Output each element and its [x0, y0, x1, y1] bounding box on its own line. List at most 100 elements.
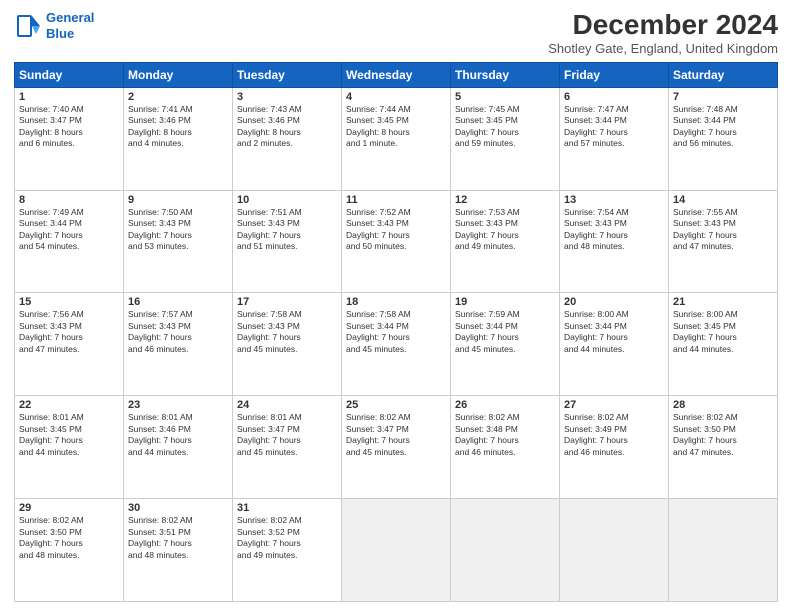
day-number: 27 — [564, 399, 664, 411]
calendar-cell: 5Sunrise: 7:45 AM Sunset: 3:45 PM Daylig… — [451, 87, 560, 190]
calendar-cell: 25Sunrise: 8:02 AM Sunset: 3:47 PM Dayli… — [342, 396, 451, 499]
day-header-tuesday: Tuesday — [233, 62, 342, 87]
day-info: Sunrise: 7:54 AM Sunset: 3:43 PM Dayligh… — [564, 207, 664, 253]
calendar-cell: 28Sunrise: 8:02 AM Sunset: 3:50 PM Dayli… — [669, 396, 778, 499]
day-info: Sunrise: 7:55 AM Sunset: 3:43 PM Dayligh… — [673, 207, 773, 253]
day-info: Sunrise: 7:43 AM Sunset: 3:46 PM Dayligh… — [237, 104, 337, 150]
day-info: Sunrise: 7:58 AM Sunset: 3:43 PM Dayligh… — [237, 309, 337, 355]
day-info: Sunrise: 8:01 AM Sunset: 3:45 PM Dayligh… — [19, 412, 119, 458]
calendar-cell: 23Sunrise: 8:01 AM Sunset: 3:46 PM Dayli… — [124, 396, 233, 499]
day-number: 19 — [455, 296, 555, 308]
day-number: 9 — [128, 194, 228, 206]
calendar-table: SundayMondayTuesdayWednesdayThursdayFrid… — [14, 62, 778, 602]
calendar-cell: 29Sunrise: 8:02 AM Sunset: 3:50 PM Dayli… — [15, 499, 124, 602]
day-number: 3 — [237, 91, 337, 103]
logo-icon — [14, 12, 42, 40]
day-header-monday: Monday — [124, 62, 233, 87]
day-number: 10 — [237, 194, 337, 206]
day-info: Sunrise: 7:44 AM Sunset: 3:45 PM Dayligh… — [346, 104, 446, 150]
calendar-cell: 6Sunrise: 7:47 AM Sunset: 3:44 PM Daylig… — [560, 87, 669, 190]
calendar-cell: 24Sunrise: 8:01 AM Sunset: 3:47 PM Dayli… — [233, 396, 342, 499]
logo-line1: General — [46, 10, 94, 25]
day-number: 5 — [455, 91, 555, 103]
calendar-cell — [560, 499, 669, 602]
calendar-cell: 26Sunrise: 8:02 AM Sunset: 3:48 PM Dayli… — [451, 396, 560, 499]
calendar-cell: 11Sunrise: 7:52 AM Sunset: 3:43 PM Dayli… — [342, 190, 451, 293]
day-info: Sunrise: 8:02 AM Sunset: 3:52 PM Dayligh… — [237, 515, 337, 561]
calendar-cell — [342, 499, 451, 602]
day-number: 30 — [128, 502, 228, 514]
calendar-cell: 14Sunrise: 7:55 AM Sunset: 3:43 PM Dayli… — [669, 190, 778, 293]
calendar-cell: 15Sunrise: 7:56 AM Sunset: 3:43 PM Dayli… — [15, 293, 124, 396]
day-info: Sunrise: 7:49 AM Sunset: 3:44 PM Dayligh… — [19, 207, 119, 253]
day-header-friday: Friday — [560, 62, 669, 87]
page: General Blue December 2024 Shotley Gate,… — [0, 0, 792, 612]
title-block: December 2024 Shotley Gate, England, Uni… — [548, 10, 778, 56]
day-info: Sunrise: 8:00 AM Sunset: 3:45 PM Dayligh… — [673, 309, 773, 355]
day-info: Sunrise: 8:01 AM Sunset: 3:47 PM Dayligh… — [237, 412, 337, 458]
calendar-cell: 20Sunrise: 8:00 AM Sunset: 3:44 PM Dayli… — [560, 293, 669, 396]
day-number: 2 — [128, 91, 228, 103]
day-info: Sunrise: 8:02 AM Sunset: 3:51 PM Dayligh… — [128, 515, 228, 561]
day-info: Sunrise: 8:01 AM Sunset: 3:46 PM Dayligh… — [128, 412, 228, 458]
calendar-cell — [451, 499, 560, 602]
location: Shotley Gate, England, United Kingdom — [548, 41, 778, 56]
calendar-week-row: 15Sunrise: 7:56 AM Sunset: 3:43 PM Dayli… — [15, 293, 778, 396]
day-number: 31 — [237, 502, 337, 514]
day-number: 6 — [564, 91, 664, 103]
day-info: Sunrise: 8:02 AM Sunset: 3:50 PM Dayligh… — [19, 515, 119, 561]
header: General Blue December 2024 Shotley Gate,… — [14, 10, 778, 56]
calendar-cell: 1Sunrise: 7:40 AM Sunset: 3:47 PM Daylig… — [15, 87, 124, 190]
day-number: 16 — [128, 296, 228, 308]
day-header-wednesday: Wednesday — [342, 62, 451, 87]
day-number: 1 — [19, 91, 119, 103]
day-info: Sunrise: 8:02 AM Sunset: 3:48 PM Dayligh… — [455, 412, 555, 458]
day-info: Sunrise: 7:52 AM Sunset: 3:43 PM Dayligh… — [346, 207, 446, 253]
calendar-cell: 4Sunrise: 7:44 AM Sunset: 3:45 PM Daylig… — [342, 87, 451, 190]
day-number: 20 — [564, 296, 664, 308]
day-info: Sunrise: 7:57 AM Sunset: 3:43 PM Dayligh… — [128, 309, 228, 355]
day-number: 12 — [455, 194, 555, 206]
day-number: 15 — [19, 296, 119, 308]
calendar-week-row: 1Sunrise: 7:40 AM Sunset: 3:47 PM Daylig… — [15, 87, 778, 190]
day-number: 26 — [455, 399, 555, 411]
day-number: 17 — [237, 296, 337, 308]
day-header-saturday: Saturday — [669, 62, 778, 87]
day-number: 22 — [19, 399, 119, 411]
day-number: 11 — [346, 194, 446, 206]
day-info: Sunrise: 8:02 AM Sunset: 3:47 PM Dayligh… — [346, 412, 446, 458]
day-info: Sunrise: 7:48 AM Sunset: 3:44 PM Dayligh… — [673, 104, 773, 150]
day-info: Sunrise: 7:59 AM Sunset: 3:44 PM Dayligh… — [455, 309, 555, 355]
day-number: 7 — [673, 91, 773, 103]
day-info: Sunrise: 8:02 AM Sunset: 3:49 PM Dayligh… — [564, 412, 664, 458]
calendar-cell: 31Sunrise: 8:02 AM Sunset: 3:52 PM Dayli… — [233, 499, 342, 602]
calendar-week-row: 8Sunrise: 7:49 AM Sunset: 3:44 PM Daylig… — [15, 190, 778, 293]
day-info: Sunrise: 8:02 AM Sunset: 3:50 PM Dayligh… — [673, 412, 773, 458]
calendar-cell: 30Sunrise: 8:02 AM Sunset: 3:51 PM Dayli… — [124, 499, 233, 602]
logo: General Blue — [14, 10, 94, 41]
calendar-cell: 21Sunrise: 8:00 AM Sunset: 3:45 PM Dayli… — [669, 293, 778, 396]
day-info: Sunrise: 7:50 AM Sunset: 3:43 PM Dayligh… — [128, 207, 228, 253]
calendar-header-row: SundayMondayTuesdayWednesdayThursdayFrid… — [15, 62, 778, 87]
calendar-cell: 3Sunrise: 7:43 AM Sunset: 3:46 PM Daylig… — [233, 87, 342, 190]
month-title: December 2024 — [548, 10, 778, 41]
calendar-week-row: 29Sunrise: 8:02 AM Sunset: 3:50 PM Dayli… — [15, 499, 778, 602]
day-info: Sunrise: 7:53 AM Sunset: 3:43 PM Dayligh… — [455, 207, 555, 253]
day-number: 24 — [237, 399, 337, 411]
calendar-cell: 18Sunrise: 7:58 AM Sunset: 3:44 PM Dayli… — [342, 293, 451, 396]
day-info: Sunrise: 7:40 AM Sunset: 3:47 PM Dayligh… — [19, 104, 119, 150]
calendar-cell: 2Sunrise: 7:41 AM Sunset: 3:46 PM Daylig… — [124, 87, 233, 190]
day-info: Sunrise: 7:45 AM Sunset: 3:45 PM Dayligh… — [455, 104, 555, 150]
calendar-cell: 13Sunrise: 7:54 AM Sunset: 3:43 PM Dayli… — [560, 190, 669, 293]
logo-text: General Blue — [46, 10, 94, 41]
calendar-cell: 17Sunrise: 7:58 AM Sunset: 3:43 PM Dayli… — [233, 293, 342, 396]
calendar-cell: 8Sunrise: 7:49 AM Sunset: 3:44 PM Daylig… — [15, 190, 124, 293]
day-header-thursday: Thursday — [451, 62, 560, 87]
calendar-cell — [669, 499, 778, 602]
day-info: Sunrise: 7:51 AM Sunset: 3:43 PM Dayligh… — [237, 207, 337, 253]
calendar-cell: 19Sunrise: 7:59 AM Sunset: 3:44 PM Dayli… — [451, 293, 560, 396]
logo-line2: Blue — [46, 26, 74, 41]
day-number: 13 — [564, 194, 664, 206]
calendar-week-row: 22Sunrise: 8:01 AM Sunset: 3:45 PM Dayli… — [15, 396, 778, 499]
calendar-cell: 12Sunrise: 7:53 AM Sunset: 3:43 PM Dayli… — [451, 190, 560, 293]
